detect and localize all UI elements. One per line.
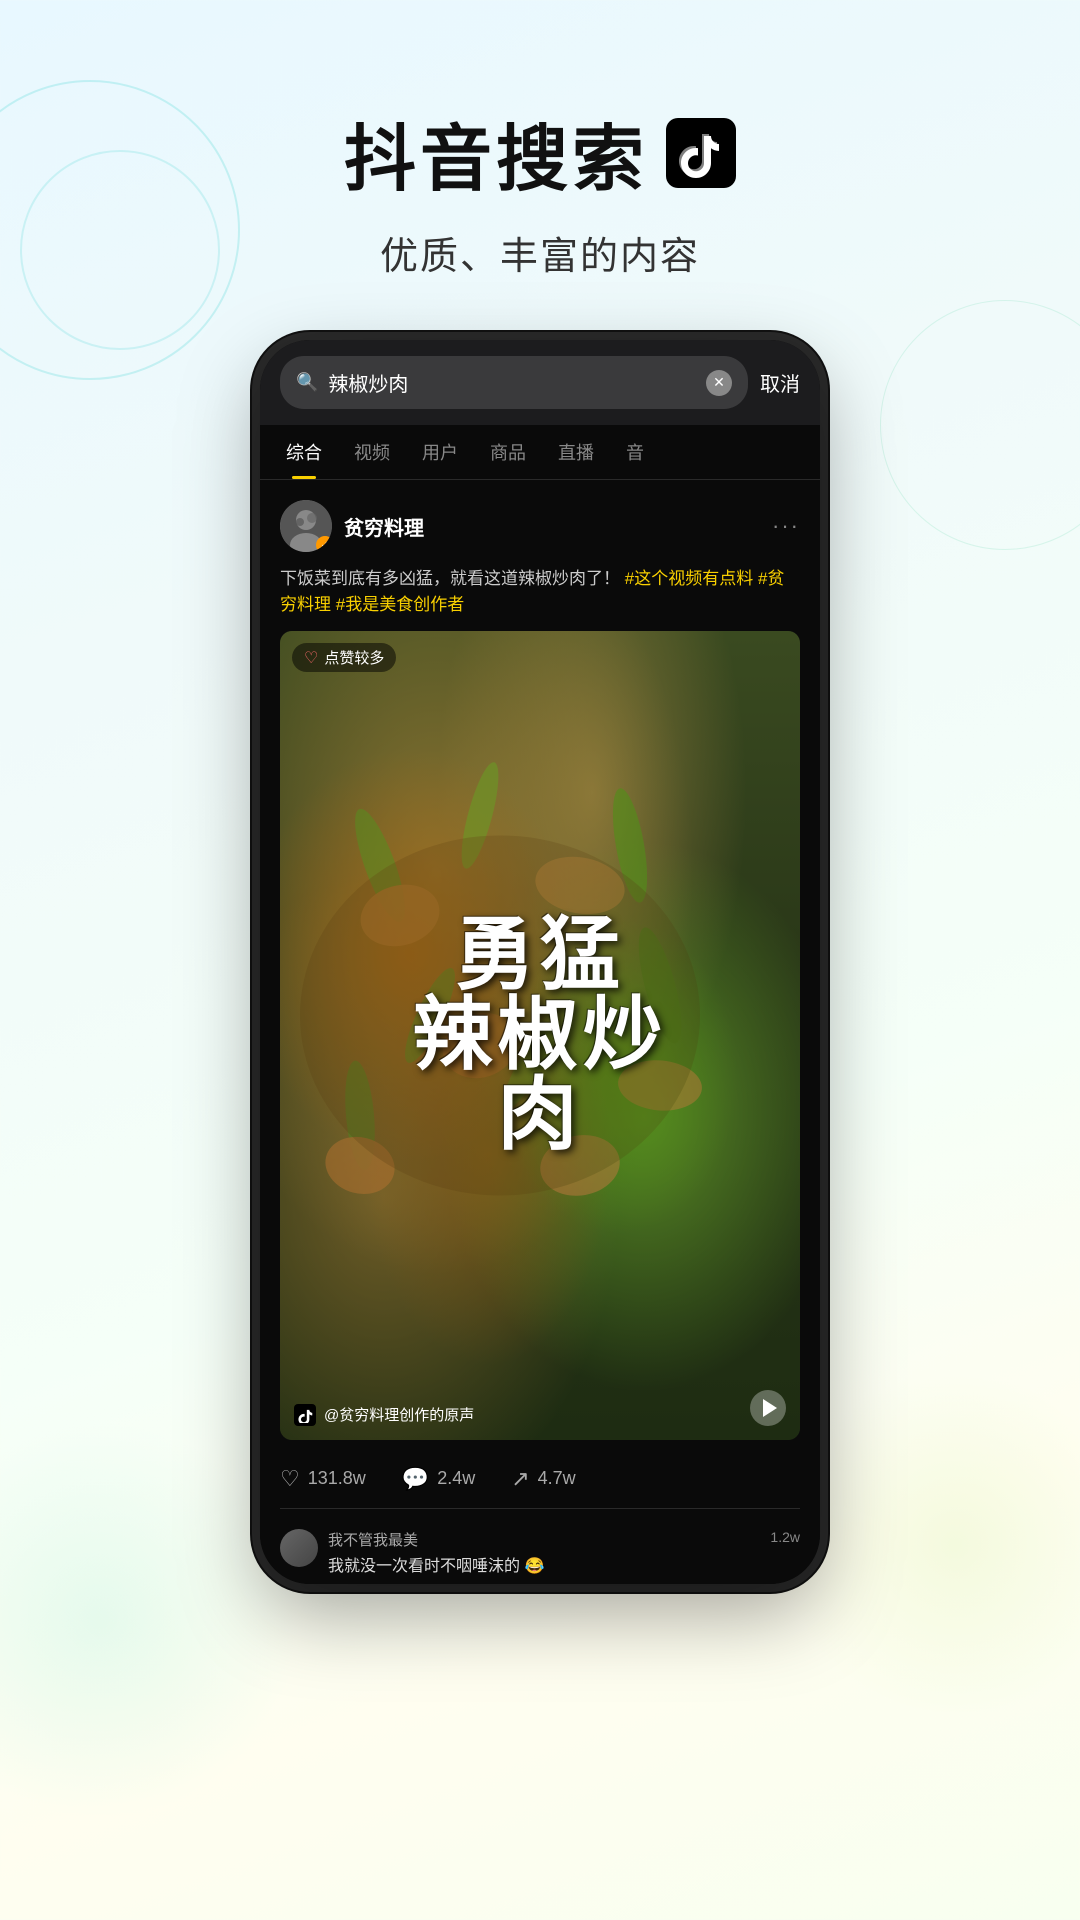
tab-商品[interactable]: 商品 bbox=[474, 425, 542, 479]
subtitle: 优质、丰富的内容 bbox=[0, 225, 1080, 280]
comment-text: 我就没一次看时不咽唾沫的 😂 bbox=[328, 1552, 760, 1576]
heart-icon: ♡ bbox=[280, 1466, 300, 1492]
cancel-search-button[interactable]: 取消 bbox=[760, 368, 800, 397]
video-title-text: 勇猛辣椒炒肉 bbox=[413, 915, 668, 1155]
video-text-overlay: 勇猛辣椒炒肉 bbox=[393, 895, 688, 1175]
title-text: 抖音搜索 bbox=[344, 100, 648, 205]
phone-screen: 🔍 辣椒炒肉 ✕ 取消 综合 视频 用户 商品 bbox=[260, 340, 820, 1584]
share-count: 4.7w bbox=[538, 1468, 576, 1489]
comment-likes: 1.2w bbox=[770, 1529, 800, 1545]
interaction-bar: ♡ 131.8w 💬 2.4w ↗ 4.7w bbox=[280, 1456, 800, 1508]
video-container[interactable]: 勇猛辣椒炒肉 ♡ 点赞较多 bbox=[280, 631, 800, 1440]
hashtag-1[interactable]: #这个视频有点料 bbox=[625, 569, 753, 588]
verified-badge: ✓ bbox=[316, 536, 332, 552]
tab-综合[interactable]: 综合 bbox=[270, 425, 338, 479]
comment-content: 我不管我最美 我就没一次看时不咽唾沫的 😂 bbox=[328, 1529, 760, 1576]
description-text: 下饭菜到底有多凶猛，就看这道辣椒炒肉了！ bbox=[280, 569, 620, 588]
page-header: 抖音搜索 优质、丰富的内容 bbox=[0, 0, 1080, 320]
comment-item: 我不管我最美 我就没一次看时不咽唾沫的 😂 1.2w bbox=[280, 1521, 800, 1584]
video-thumbnail: 勇猛辣椒炒肉 ♡ 点赞较多 bbox=[280, 631, 800, 1440]
search-bar: 🔍 辣椒炒肉 ✕ 取消 bbox=[260, 340, 820, 425]
commenter-name: 我不管我最美 bbox=[328, 1529, 760, 1550]
post-description: 下饭菜到底有多凶猛，就看这道辣椒炒肉了！ #这个视频有点料 #贫穷料理 #我是美… bbox=[280, 566, 800, 617]
like-count: 131.8w bbox=[308, 1468, 366, 1489]
post-user-info[interactable]: ✓ 贫穷料理 bbox=[280, 500, 424, 552]
clear-search-button[interactable]: ✕ bbox=[706, 370, 732, 396]
tab-音[interactable]: 音 bbox=[610, 425, 660, 479]
search-query: 辣椒炒肉 bbox=[328, 368, 696, 397]
share-button[interactable]: ↗ 4.7w bbox=[511, 1466, 575, 1492]
search-icon: 🔍 bbox=[296, 372, 318, 393]
hashtag-3[interactable]: #我是美食创作者 bbox=[336, 595, 464, 614]
post-header: ✓ 贫穷料理 ··· bbox=[280, 500, 800, 552]
commenter-avatar bbox=[280, 1529, 318, 1567]
tab-用户[interactable]: 用户 bbox=[406, 425, 474, 479]
tabs-bar: 综合 视频 用户 商品 直播 音 bbox=[260, 425, 820, 480]
share-icon: ↗ bbox=[511, 1466, 529, 1492]
comment-button[interactable]: 💬 2.4w bbox=[402, 1466, 475, 1492]
post-username: 贫穷料理 bbox=[344, 512, 424, 541]
page-title: 抖音搜索 bbox=[0, 100, 1080, 205]
comments-preview: 我不管我最美 我就没一次看时不咽唾沫的 😂 1.2w bbox=[280, 1508, 800, 1584]
tiktok-logo-icon bbox=[666, 118, 736, 188]
phone-mockup: 🔍 辣椒炒肉 ✕ 取消 综合 视频 用户 商品 bbox=[0, 340, 1080, 1584]
search-input-area[interactable]: 🔍 辣椒炒肉 ✕ bbox=[280, 356, 748, 409]
comment-icon: 💬 bbox=[402, 1466, 429, 1492]
more-options-button[interactable]: ··· bbox=[772, 513, 800, 539]
avatar: ✓ bbox=[280, 500, 332, 552]
like-button[interactable]: ♡ 131.8w bbox=[280, 1466, 366, 1492]
comment-count: 2.4w bbox=[437, 1468, 475, 1489]
tab-视频[interactable]: 视频 bbox=[338, 425, 406, 479]
phone-frame: 🔍 辣椒炒肉 ✕ 取消 综合 视频 用户 商品 bbox=[260, 340, 820, 1584]
content-area: ✓ 贫穷料理 ··· 下饭菜到底有多凶猛，就看这道辣椒炒肉了！ #这个视频有点料… bbox=[260, 480, 820, 1584]
tab-直播[interactable]: 直播 bbox=[542, 425, 610, 479]
